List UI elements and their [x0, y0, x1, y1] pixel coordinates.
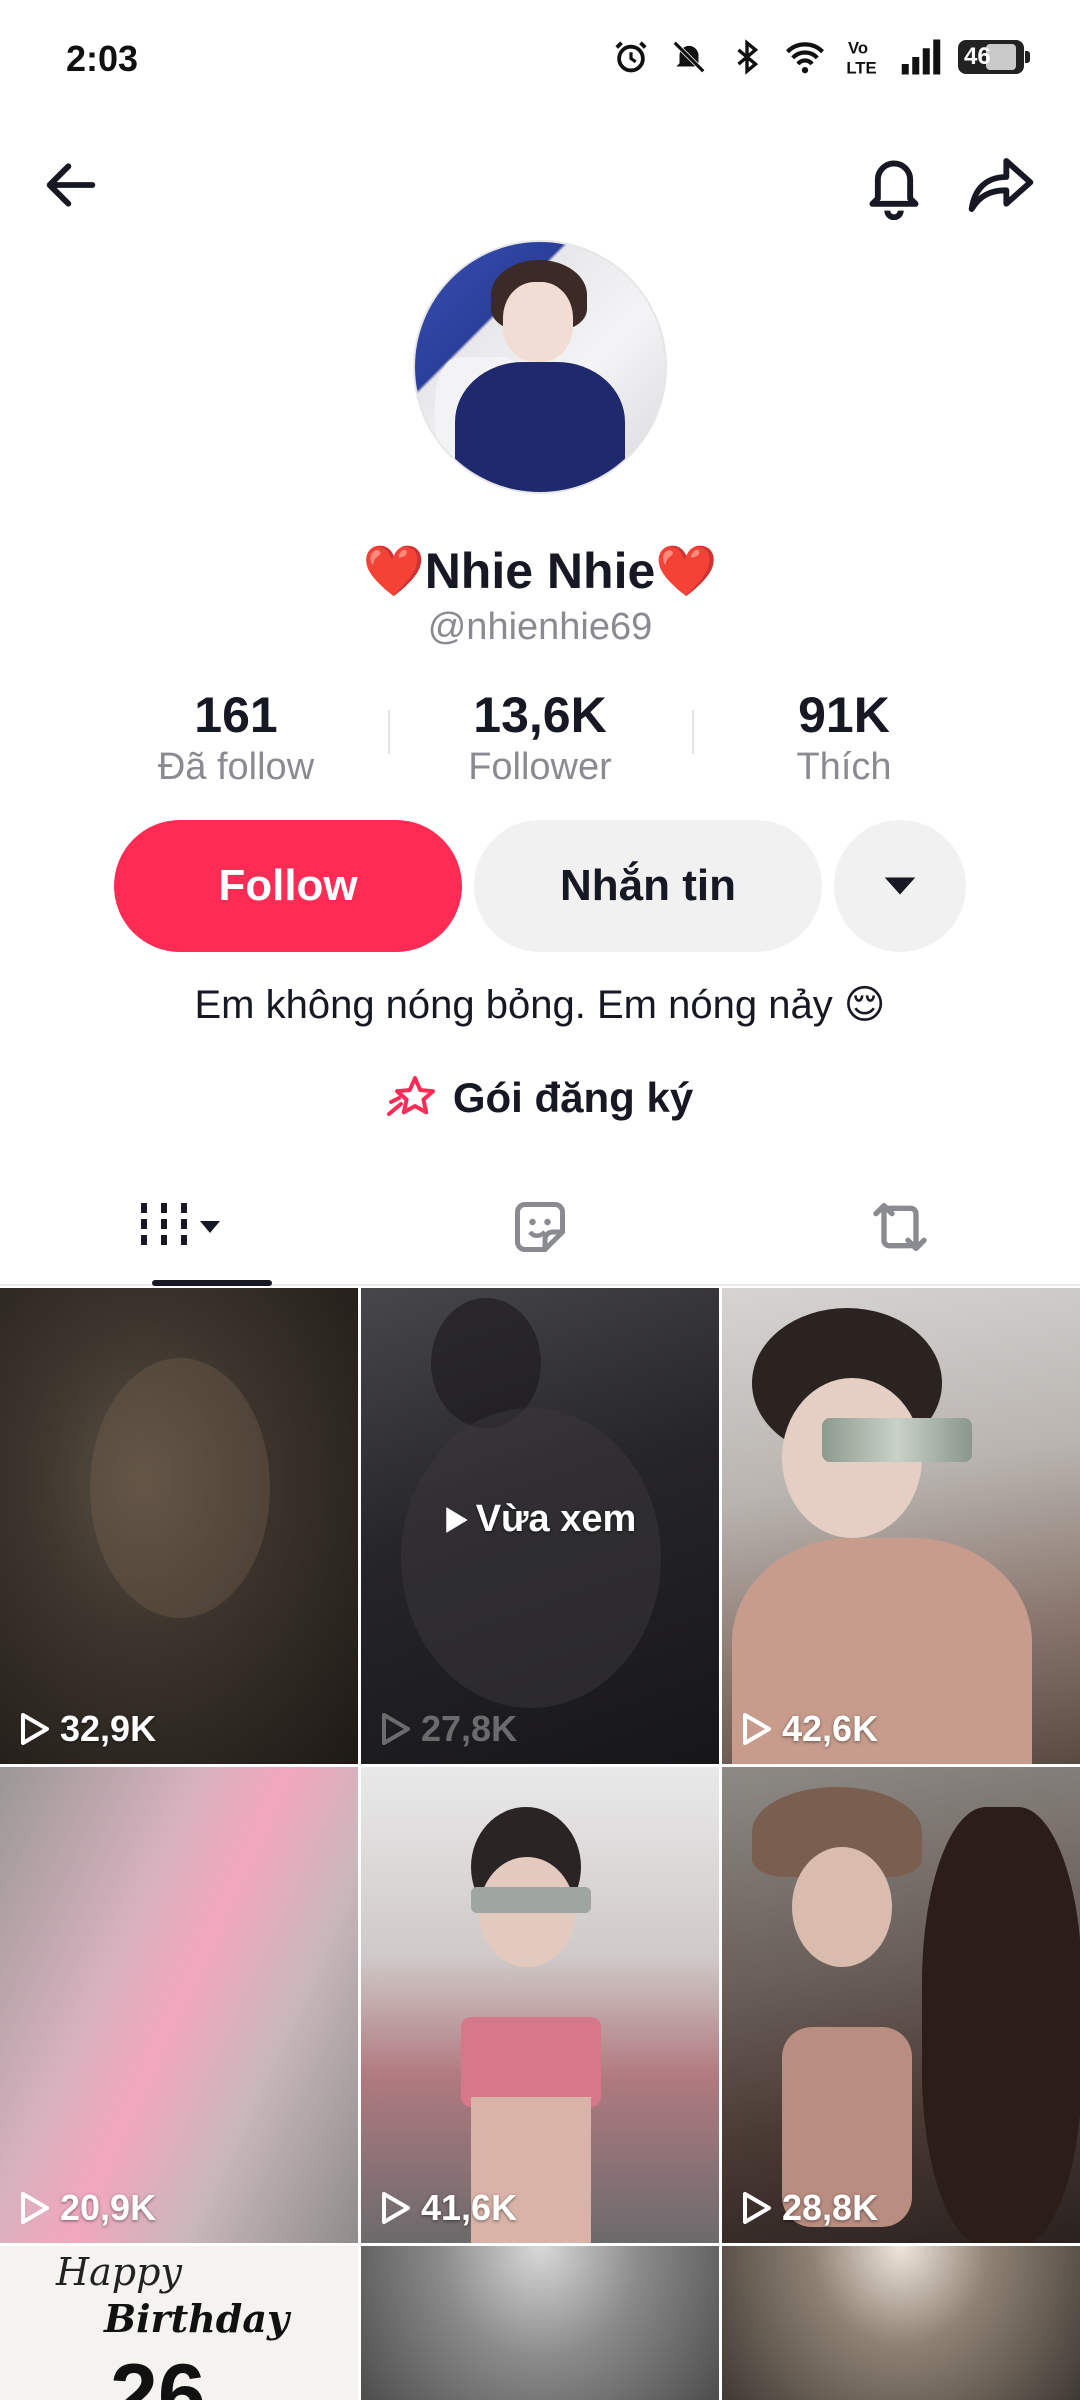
view-count: 27,8K — [379, 1708, 517, 1750]
tab-active-indicator — [152, 1280, 272, 1286]
recently-watched-badge: Vừa xem — [361, 1498, 719, 1541]
subscription-label: Gói đăng ký — [452, 1074, 694, 1121]
mute-bell-icon — [668, 36, 710, 78]
tab-reposts[interactable] — [720, 1170, 1080, 1284]
profile-bio: Em không nóng bỏng. Em nóng nảy 😌 — [194, 983, 886, 1027]
notification-button[interactable] — [859, 150, 929, 220]
video-thumbnail[interactable]: 32,9K — [0, 1288, 358, 1764]
view-count: 32,9K — [18, 1708, 156, 1750]
status-icons: Vo LTE 46 — [610, 36, 1030, 78]
play-outline-icon — [743, 1713, 771, 1745]
play-outline-icon — [743, 2192, 771, 2224]
video-thumbnail[interactable]: 42,6K — [722, 1288, 1080, 1764]
play-outline-icon — [21, 2192, 49, 2224]
bell-icon — [869, 160, 919, 220]
video-thumbnail[interactable]: 41,6K — [361, 1767, 719, 2243]
back-button[interactable] — [36, 150, 106, 220]
view-count: 28,8K — [740, 2187, 878, 2229]
arrow-left-icon — [46, 163, 96, 207]
signal-icon — [900, 36, 942, 78]
profile-tabs — [0, 1170, 1080, 1286]
view-count: 41,6K — [379, 2187, 517, 2229]
share-icon — [968, 158, 1034, 212]
video-thumbnail[interactable]: Happy Birthday 26 — [0, 2246, 358, 2400]
caret-down-icon — [884, 877, 916, 895]
volte-icon: Vo LTE — [842, 36, 884, 78]
status-time: 2:03 — [66, 38, 139, 79]
svg-text:LTE: LTE — [846, 59, 876, 77]
profile-stats: 161 Đã follow 13,6K Follower 91K Thích — [84, 686, 996, 788]
stat-following[interactable]: 161 Đã follow — [84, 686, 388, 788]
play-outline-icon — [21, 1713, 49, 1745]
play-icon — [445, 1506, 468, 1533]
video-thumbnail[interactable]: 28,8K — [722, 1767, 1080, 2243]
battery-indicator: 46 — [958, 40, 1030, 74]
message-button[interactable]: Nhắn tin — [474, 820, 822, 952]
profile-name: ❤️Nhie Nhie❤️ — [362, 543, 718, 599]
svg-text:Vo: Vo — [848, 39, 868, 58]
bluetooth-icon — [726, 36, 768, 78]
follow-button[interactable]: Follow — [114, 820, 462, 952]
tab-videos[interactable] — [0, 1170, 360, 1286]
video-thumbnail[interactable]: Vừa xem 27,8K — [361, 1288, 719, 1764]
stat-likes[interactable]: 91K Thích — [692, 686, 996, 788]
wifi-icon — [784, 36, 826, 78]
liked-sticker-icon — [515, 1202, 565, 1252]
repost-icon — [873, 1203, 927, 1251]
video-grid: 32,9K Vừa xem 27,8K 42,6K 20,9K 41,6K 28… — [0, 1288, 1080, 2400]
status-bar: 2:03 Vo LTE 46 — [0, 0, 1080, 120]
video-thumbnail[interactable] — [722, 2246, 1080, 2400]
star-outline-icon — [386, 1076, 435, 1116]
profile-handle: @nhienhie69 — [427, 606, 653, 648]
view-count: 20,9K — [18, 2187, 156, 2229]
tab-liked[interactable] — [360, 1170, 720, 1284]
video-thumbnail[interactable] — [361, 2246, 719, 2400]
video-thumbnail[interactable]: 20,9K — [0, 1767, 358, 2243]
share-button[interactable] — [966, 150, 1036, 220]
view-count: 42,6K — [740, 1708, 878, 1750]
play-outline-icon — [382, 1713, 410, 1745]
avatar[interactable] — [413, 240, 667, 494]
subscription-link[interactable]: Gói đăng ký — [0, 1074, 1080, 1122]
alarm-icon — [610, 36, 652, 78]
videos-grid-icon — [141, 1203, 220, 1251]
more-options-button[interactable] — [834, 820, 966, 952]
stat-followers[interactable]: 13,6K Follower — [388, 686, 692, 788]
play-outline-icon — [382, 2192, 410, 2224]
